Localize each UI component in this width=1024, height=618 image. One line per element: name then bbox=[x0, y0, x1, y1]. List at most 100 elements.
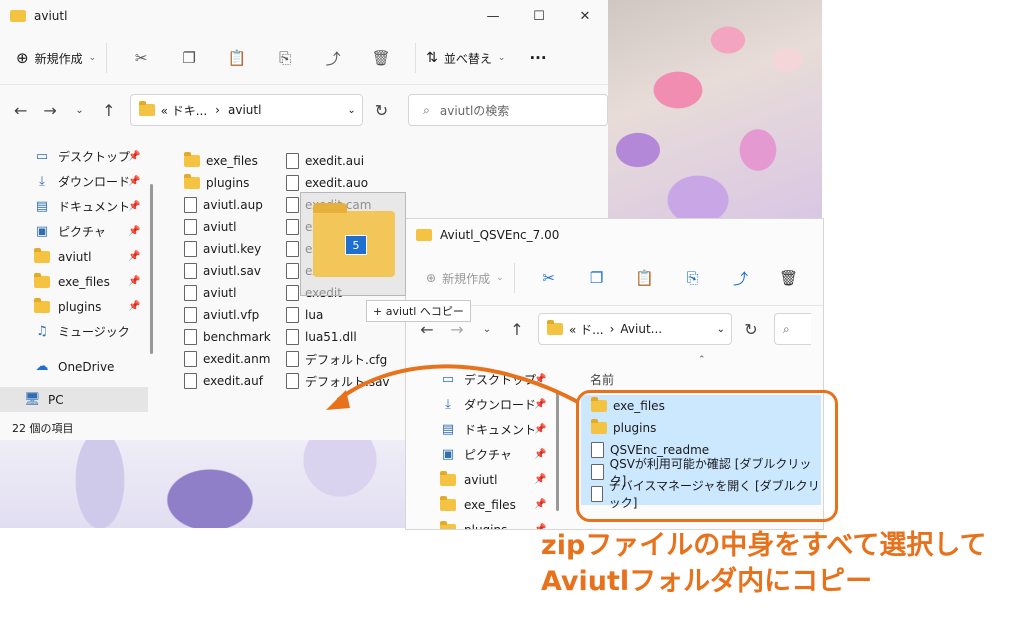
window-title: Aviutl_QSVEnc_7.00 bbox=[440, 228, 560, 242]
paste-button[interactable]: 📋 bbox=[213, 49, 261, 67]
sort-button[interactable]: ⇅ 並べ替え ⌄ bbox=[426, 50, 505, 67]
file-icon bbox=[286, 263, 299, 279]
file-item[interactable]: aviutl bbox=[184, 282, 271, 304]
pin-icon: 📌 bbox=[534, 374, 547, 385]
file-item[interactable]: aviutl.vfp bbox=[184, 304, 271, 326]
pin-icon: 📌 bbox=[128, 176, 141, 187]
back-button[interactable]: ← bbox=[6, 101, 35, 120]
sidebar-item[interactable]: 🖥 PC bbox=[0, 387, 148, 412]
minimize-button[interactable]: — bbox=[470, 9, 516, 24]
sidebar-item[interactable]: ▭ デスクトップ 📌 bbox=[0, 144, 148, 169]
rename-button[interactable]: ⎘ bbox=[261, 49, 309, 67]
sidebar-item[interactable]: ▣ ピクチャ 📌 bbox=[406, 442, 556, 467]
more-options-button[interactable]: ··· bbox=[529, 49, 546, 67]
file-item[interactable]: aviutl.aup bbox=[184, 194, 271, 216]
file-item[interactable]: exedit.auf bbox=[184, 370, 271, 392]
column-header-name[interactable]: 名前 bbox=[590, 371, 614, 388]
pin-icon: 📌 bbox=[128, 201, 141, 212]
sidebar-item-label: ドキュメント bbox=[464, 423, 537, 437]
file-item[interactable]: lua51.dll bbox=[286, 326, 390, 348]
pin-icon: 📌 bbox=[534, 449, 547, 460]
file-name: exedit.auf bbox=[203, 374, 263, 388]
copy-button[interactable]: ❐ bbox=[165, 49, 213, 67]
copy-button[interactable]: ❐ bbox=[573, 269, 621, 287]
share-button[interactable]: ⤴ bbox=[309, 48, 357, 69]
forward-button[interactable]: → bbox=[35, 101, 64, 120]
file-icon bbox=[184, 329, 197, 345]
document-icon: ▤ bbox=[441, 422, 455, 437]
recent-dropdown[interactable]: ⌄ bbox=[472, 324, 502, 335]
file-name: aviutl bbox=[203, 220, 237, 234]
up-button[interactable]: ↑ bbox=[94, 101, 123, 120]
search-box[interactable]: ⌕ aviutlの検索 bbox=[408, 94, 608, 126]
file-name: lua51.dll bbox=[305, 330, 357, 344]
paste-button[interactable]: 📋 bbox=[621, 269, 669, 287]
file-item[interactable]: plugins bbox=[184, 172, 271, 194]
delete-button[interactable]: 🗑 bbox=[765, 269, 813, 287]
sidebar-item[interactable]: aviutl 📌 bbox=[406, 467, 556, 492]
address-bar[interactable]: « ドキ... › aviutl ⌄ bbox=[129, 94, 363, 126]
up-button[interactable]: ↑ bbox=[502, 320, 532, 339]
forward-button[interactable]: → bbox=[442, 320, 472, 339]
file-icon bbox=[286, 153, 299, 169]
file-item[interactable]: exedit.auo bbox=[286, 172, 390, 194]
sidebar-item[interactable]: plugins 📌 bbox=[0, 294, 148, 319]
sidebar-item[interactable]: ▭ デスクトップ 📌 bbox=[406, 367, 556, 392]
file-item[interactable]: デフォルト.cfg bbox=[286, 348, 390, 370]
chevron-down-icon[interactable]: ⌄ bbox=[347, 105, 355, 116]
sidebar-scrollbar[interactable] bbox=[150, 184, 153, 354]
sidebar-item[interactable]: ☁ OneDrive bbox=[0, 354, 148, 379]
sidebar-item-label: ピクチャ bbox=[58, 225, 106, 239]
window-title: aviutl bbox=[34, 9, 68, 23]
file-icon bbox=[286, 219, 299, 235]
file-item[interactable]: exedit.anm bbox=[184, 348, 271, 370]
file-item[interactable]: デフォルト.sav bbox=[286, 370, 390, 392]
search-box[interactable]: ⌕ bbox=[774, 313, 811, 345]
refresh-button[interactable]: ↻ bbox=[367, 101, 396, 120]
breadcrumb-sep: › bbox=[215, 103, 220, 117]
sidebar-item[interactable]: exe_files 📌 bbox=[0, 269, 148, 294]
folder-icon bbox=[34, 247, 50, 263]
search-placeholder: aviutlの検索 bbox=[439, 103, 510, 118]
recent-dropdown[interactable]: ⌄ bbox=[65, 105, 94, 116]
file-icon bbox=[286, 307, 299, 323]
sidebar-item[interactable]: exe_files 📌 bbox=[406, 492, 556, 517]
sidebar-item[interactable]: aviutl 📌 bbox=[0, 244, 148, 269]
rename-button[interactable]: ⎘ bbox=[669, 269, 717, 287]
share-button[interactable]: ⤴ bbox=[717, 268, 765, 289]
file-item[interactable]: exe_files bbox=[184, 150, 271, 172]
new-button[interactable]: ⊕ 新規作成 ⌄ bbox=[426, 270, 504, 287]
chevron-down-icon[interactable]: ⌄ bbox=[717, 324, 725, 335]
sidebar-item[interactable]: ♫ ミュージック bbox=[0, 319, 148, 344]
delete-button[interactable]: 🗑 bbox=[357, 49, 405, 67]
file-item[interactable]: exedit.aui bbox=[286, 150, 390, 172]
file-item[interactable]: aviutl.key bbox=[184, 238, 271, 260]
file-icon bbox=[184, 241, 197, 257]
sidebar-scrollbar[interactable] bbox=[556, 391, 559, 511]
file-name: lua bbox=[305, 308, 324, 322]
cut-button[interactable]: ✂ bbox=[525, 269, 573, 287]
file-name: exe_files bbox=[206, 154, 258, 168]
sidebar-item[interactable]: ▤ ドキュメント 📌 bbox=[0, 194, 148, 219]
sidebar-item[interactable]: ▤ ドキュメント 📌 bbox=[406, 417, 556, 442]
file-item[interactable]: aviutl.sav bbox=[184, 260, 271, 282]
address-bar[interactable]: « ド... › Aviut... ⌄ bbox=[538, 313, 732, 345]
file-name: aviutl.key bbox=[203, 242, 262, 256]
status-bar: 22 個の項目 bbox=[12, 422, 74, 435]
back-button[interactable]: ← bbox=[412, 320, 442, 339]
sidebar-item[interactable]: ⤓ ダウンロード 📌 bbox=[0, 169, 148, 194]
file-item[interactable]: aviutl bbox=[184, 216, 271, 238]
sidebar-item[interactable]: plugins 📌 bbox=[406, 517, 556, 529]
sidebar-item[interactable]: ▣ ピクチャ 📌 bbox=[0, 219, 148, 244]
document-icon: ▤ bbox=[35, 199, 49, 214]
sidebar-item[interactable]: ⤓ ダウンロード 📌 bbox=[406, 392, 556, 417]
maximize-button[interactable]: ☐ bbox=[516, 9, 562, 24]
file-name: benchmark bbox=[203, 330, 271, 344]
folder-icon bbox=[184, 174, 200, 189]
close-button[interactable]: ✕ bbox=[562, 9, 608, 24]
cut-button[interactable]: ✂ bbox=[117, 49, 165, 67]
refresh-button[interactable]: ↻ bbox=[736, 320, 766, 339]
new-button[interactable]: ⊕ 新規作成 ⌄ bbox=[16, 49, 96, 67]
file-item[interactable]: benchmark bbox=[184, 326, 271, 348]
sidebar-item-label: ダウンロード bbox=[464, 398, 537, 412]
